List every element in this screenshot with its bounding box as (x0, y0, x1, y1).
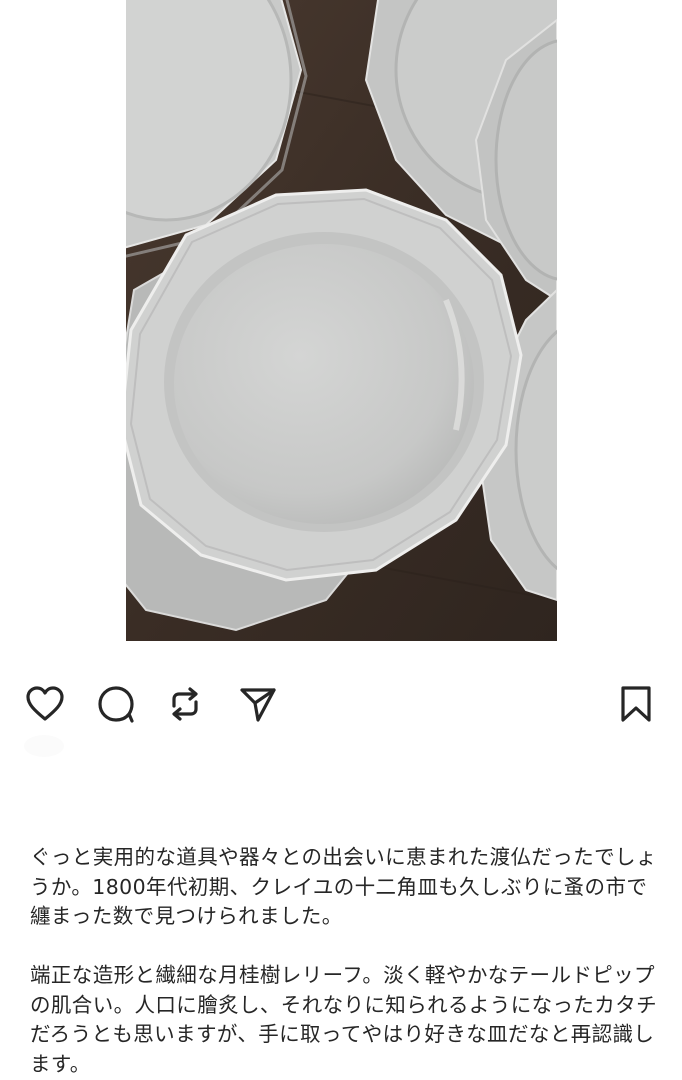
post-image[interactable] (126, 0, 557, 641)
post-caption: ぐっと実用的な道具や器々との出会いに恵まれた渡仏だったでしょうか。1800年代初… (30, 843, 658, 1079)
caption-paragraph-1: ぐっと実用的な道具や器々との出会いに恵まれた渡仏だったでしょうか。1800年代初… (30, 845, 657, 928)
send-icon[interactable] (236, 682, 280, 726)
bookmark-icon[interactable] (614, 682, 658, 726)
repost-icon[interactable] (163, 682, 207, 726)
caption-paragraph-2: 端正な造形と繊細な月桂樹レリーフ。淡く軽やかなテールドピップの肌合い。人口に膾炙… (30, 963, 657, 1076)
post-action-bar (0, 672, 682, 732)
faint-placeholder (24, 735, 64, 757)
comment-icon[interactable] (94, 682, 138, 726)
plates-photo (126, 0, 557, 641)
heart-icon[interactable] (23, 682, 67, 726)
